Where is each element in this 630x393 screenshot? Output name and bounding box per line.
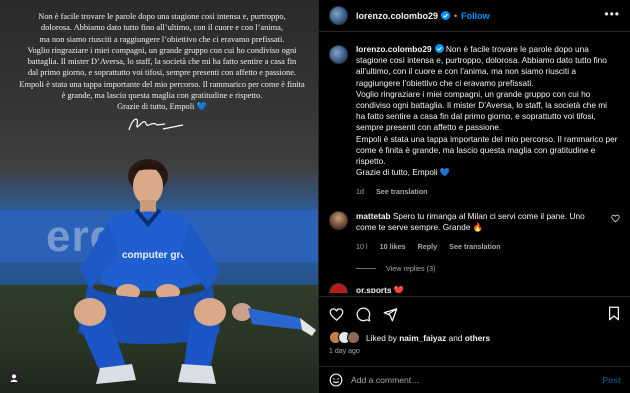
view-replies-label: View replies (3)	[386, 264, 436, 274]
tagged-users-icon[interactable]	[6, 370, 22, 386]
verified-badge-icon	[441, 11, 451, 20]
comment-text: Spero tu rimanga al Milan ci servi come …	[356, 210, 585, 232]
author-avatar[interactable]	[329, 6, 348, 25]
comment-item-partial: or.sports ❤️	[329, 283, 620, 294]
verified-badge-icon	[434, 44, 444, 53]
author-username[interactable]: lorenzo.colombo29	[356, 11, 438, 21]
fallen-player-figure	[232, 303, 316, 336]
caption-text: Non è facile trovare le parole dopo una …	[356, 44, 618, 178]
signature-graphic	[128, 118, 184, 131]
caption-username[interactable]: lorenzo.colombo29	[356, 44, 432, 54]
post-image[interactable]: ergass Non è facile trovare le parole do…	[0, 0, 318, 393]
instagram-post-modal: ergass Non è facile trovare le parole do…	[0, 0, 630, 393]
comment-username[interactable]: mattetab	[356, 211, 391, 221]
share-send-icon[interactable]	[383, 307, 398, 322]
post-actions-area: Liked by naim_faiyaz and others 1 day ag…	[319, 296, 630, 355]
comment-username-partial[interactable]: or.sports ❤️	[356, 285, 404, 293]
comment-avatar[interactable]	[329, 210, 348, 230]
liked-by-others[interactable]: others	[465, 333, 490, 343]
caption-meta: 1d See translation	[356, 186, 618, 197]
caption-see-translation[interactable]: See translation	[376, 187, 428, 196]
comment-item: mattetab Spero tu rimanga al Milan ci se…	[329, 210, 620, 253]
comment-see-translation[interactable]: See translation	[449, 242, 501, 251]
view-replies-button[interactable]: View replies (3)	[356, 264, 620, 273]
player-figure: computer gross	[74, 159, 226, 384]
likes-summary: Liked by naim_faiyaz and others	[319, 331, 630, 344]
caption: lorenzo.colombo29 Non è facile trovare l…	[329, 44, 620, 198]
emoji-smiley-icon[interactable]	[329, 373, 343, 387]
liked-by-prefix: Liked by	[366, 332, 397, 343]
photo-overlay-text: Non è facile trovare le parole dopo una …	[19, 12, 305, 112]
add-comment-input[interactable]: Add a comment…	[351, 375, 420, 385]
header-separator: •	[454, 10, 458, 21]
comment-meta: 10 l 10 likes Reply See translation	[356, 241, 606, 252]
caption-age[interactable]: 1d	[356, 187, 364, 196]
comment-bubble-icon[interactable]	[356, 307, 371, 322]
follow-button[interactable]: Follow	[461, 11, 490, 21]
liked-by-user[interactable]: naim_faiyaz	[399, 333, 446, 343]
like-heart-icon[interactable]	[329, 307, 344, 322]
comment-reply-button[interactable]: Reply	[418, 242, 438, 251]
post-side-panel: lorenzo.colombo29 • Follow ••• lorenzo.c…	[318, 0, 630, 393]
post-header: lorenzo.colombo29 • Follow •••	[319, 0, 630, 32]
post-timestamp[interactable]: 1 day ago	[319, 344, 630, 355]
comment-age[interactable]: 10 l	[356, 242, 368, 251]
comment-like-heart-icon[interactable]	[611, 214, 620, 223]
caption-avatar[interactable]	[329, 45, 348, 64]
more-options-icon[interactable]: •••	[604, 7, 620, 21]
action-bar	[319, 297, 630, 331]
add-comment-bar: Add a comment… Post	[319, 366, 630, 393]
comments-section: lorenzo.colombo29 Non è facile trovare l…	[319, 32, 630, 294]
comment-likes[interactable]: 10 likes	[380, 242, 406, 251]
liker-avatar	[347, 331, 360, 344]
save-bookmark-icon[interactable]	[607, 306, 621, 326]
likers-avatars[interactable]	[329, 331, 360, 344]
comment-avatar[interactable]	[329, 283, 348, 294]
post-comment-button[interactable]: Post	[602, 375, 621, 385]
liked-by-and: and	[448, 332, 463, 343]
replies-divider-line	[356, 268, 376, 270]
